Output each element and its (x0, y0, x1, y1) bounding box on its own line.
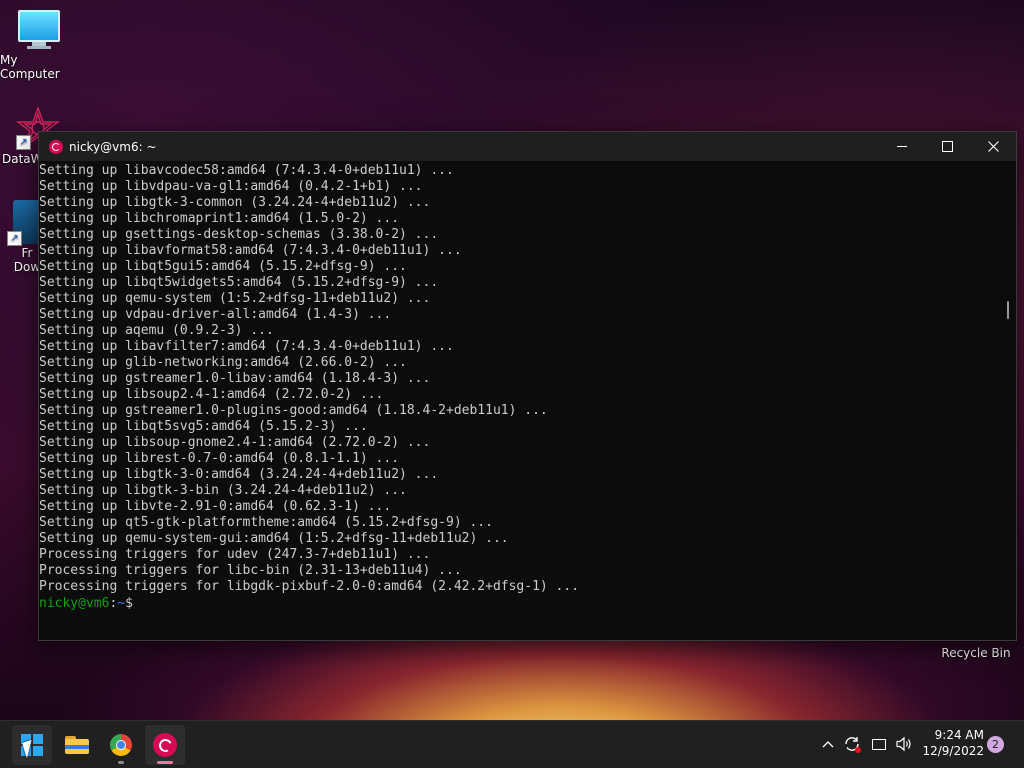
error-badge-icon (855, 747, 861, 753)
download-app-icon: ↗ (7, 200, 41, 246)
terminal-line: Processing triggers for libgdk-pixbuf-2.… (39, 579, 580, 594)
scrollbar-thumb[interactable] (1007, 301, 1009, 319)
monitor-icon (18, 10, 60, 49)
terminal-line: Setting up libsoup2.4-1:amd64 (2.72.0-2)… (39, 387, 384, 402)
terminal-line: Setting up libqt5svg5:amd64 (5.15.2-3) .… (39, 419, 368, 434)
terminal-line: Setting up libvdpau-va-gl1:amd64 (0.4.2-… (39, 179, 423, 194)
text-cursor (133, 595, 141, 609)
terminal-output[interactable]: Setting up libavcodec58:amd64 (7:4.3.4-0… (39, 161, 1001, 640)
terminal-prompt: nicky@vm6:~$ (39, 595, 1001, 611)
terminal-line: Setting up qt5-gtk-platformtheme:amd64 (… (39, 515, 493, 530)
maximize-button[interactable] (924, 132, 970, 161)
terminal-line: Setting up libgtk-3-bin (3.24.24-4+deb11… (39, 483, 407, 498)
close-icon (987, 141, 999, 152)
terminal-line: Setting up libgtk-3-common (3.24.24-4+de… (39, 195, 431, 210)
terminal-line: Setting up libqt5gui5:amd64 (5.15.2+dfsg… (39, 259, 407, 274)
shortcut-arrow-icon: ↗ (7, 231, 22, 246)
minimize-button[interactable] (879, 132, 925, 161)
terminal-line: Setting up aqemu (0.9.2-3) ... (39, 323, 274, 338)
desktop-icon-label: Dow (13, 260, 41, 274)
chrome-icon (110, 734, 132, 756)
terminal-line: Setting up libavfilter7:amd64 (7:4.3.4-0… (39, 339, 454, 354)
terminal-titlebar[interactable]: nicky@vm6: ~ (39, 132, 1016, 161)
close-button[interactable] (970, 132, 1016, 161)
terminal-line: Processing triggers for udev (247.3-7+de… (39, 547, 431, 562)
terminal-line: Setting up libgtk-3-0:amd64 (3.24.24-4+d… (39, 467, 439, 482)
terminal-line: Setting up gstreamer1.0-plugins-good:amd… (39, 403, 548, 418)
clock-date: 12/9/2022 (922, 744, 984, 758)
desktop-icon-label: DataW (2, 152, 43, 166)
speaker-icon (896, 736, 911, 752)
network-icon (872, 738, 886, 750)
terminal-window[interactable]: nicky@vm6: ~ Setting up libavcodec58:amd… (38, 131, 1017, 641)
desktop-icon-label: My Computer (0, 53, 60, 81)
terminal-line: Setting up libavformat58:amd64 (7:4.3.4-… (39, 243, 462, 258)
shortcut-arrow-icon: ↗ (16, 135, 31, 150)
terminal-line: Setting up libqt5widgets5:amd64 (5.15.2+… (39, 275, 439, 290)
network-button[interactable] (869, 734, 889, 754)
terminal-line: Setting up glib-networking:amd64 (2.66.0… (39, 355, 407, 370)
prompt-symbol: $ (125, 596, 133, 611)
running-indicator (157, 761, 173, 764)
recycle-bin-label[interactable]: Recycle Bin (940, 646, 1012, 660)
volume-button[interactable] (894, 734, 914, 754)
desktop-icon-label: Fr (21, 246, 33, 260)
prompt-path: ~ (117, 596, 126, 611)
taskbar-file-explorer[interactable] (57, 725, 97, 765)
clock-time: 9:24 AM (934, 728, 984, 742)
terminal-line: Setting up qemu-system (1:5.2+dfsg-11+de… (39, 291, 431, 306)
terminal-line: Setting up libavcodec58:amd64 (7:4.3.4-0… (39, 163, 454, 178)
minimize-icon (897, 146, 907, 147)
debian-icon (49, 139, 63, 154)
desktop-icon-my-computer[interactable]: My Computer (0, 10, 78, 81)
taskbar-clock[interactable]: 9:24 AM 12/9/2022 (920, 727, 984, 759)
terminal-line: Setting up librest-0.7-0:amd64 (0.8.1-1.… (39, 451, 400, 466)
show-hidden-icons-button[interactable] (818, 734, 838, 754)
window-title: nicky@vm6: ~ (69, 139, 157, 154)
terminal-line: Setting up gstreamer1.0-libav:amd64 (1.1… (39, 371, 431, 386)
running-indicator (118, 761, 124, 764)
folder-icon (65, 736, 89, 754)
taskbar-chrome[interactable] (101, 725, 141, 765)
maximize-icon (941, 141, 953, 152)
notification-center-badge[interactable]: 2 (987, 736, 1004, 753)
terminal-lines: Setting up libavcodec58:amd64 (7:4.3.4-0… (39, 163, 1001, 595)
debian-icon (153, 733, 177, 757)
terminal-line: Processing triggers for libc-bin (2.31-1… (39, 563, 462, 578)
terminal-line: Setting up qemu-system-gui:amd64 (1:5.2+… (39, 531, 509, 546)
sync-status-button[interactable] (842, 734, 862, 754)
terminal-line: Setting up gsettings-desktop-schemas (3.… (39, 227, 439, 242)
chevron-up-icon (822, 741, 834, 748)
prompt-user-host: nicky@vm6 (39, 596, 110, 611)
taskbar-debian-terminal[interactable] (145, 725, 185, 765)
terminal-line: Setting up libvte-2.91-0:amd64 (0.62.3-1… (39, 499, 392, 514)
terminal-line: Setting up vdpau-driver-all:amd64 (1.4-3… (39, 307, 392, 322)
terminal-scrollbar[interactable] (1000, 161, 1016, 640)
terminal-line: Setting up libchromaprint1:amd64 (1.5.0-… (39, 211, 400, 226)
terminal-line: Setting up libsoup-gnome2.4-1:amd64 (2.7… (39, 435, 431, 450)
